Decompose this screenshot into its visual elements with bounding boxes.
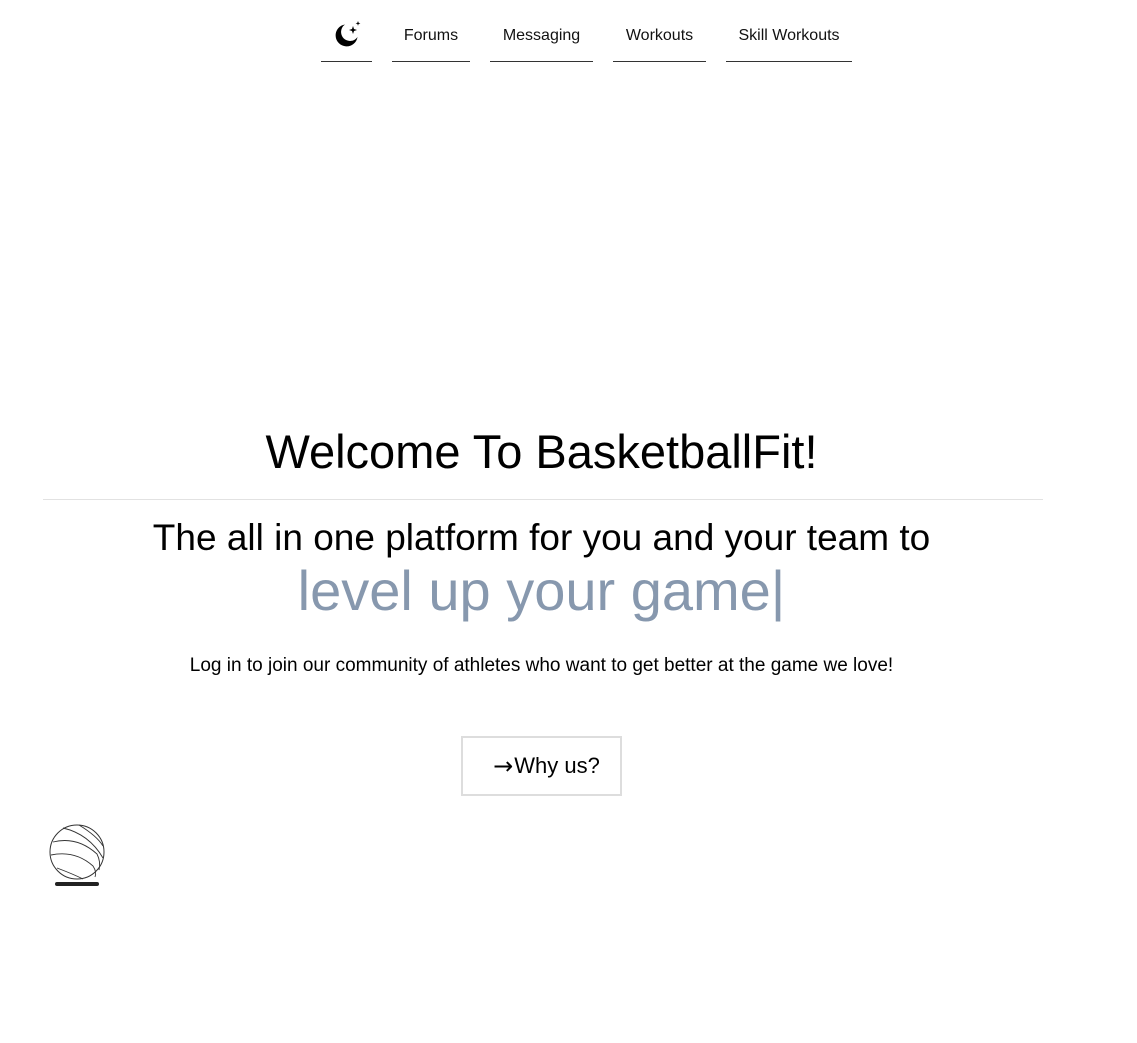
divider <box>43 499 1043 500</box>
top-nav: Forums Messaging Workouts Skill Workouts <box>0 0 1137 64</box>
typewriter-cursor: | <box>770 559 786 622</box>
nav-link-messaging[interactable]: Messaging <box>490 10 593 62</box>
moon-stars-icon <box>332 20 362 50</box>
nav-link-skill-workouts[interactable]: Skill Workouts <box>726 10 852 62</box>
nav-link-label: Skill Workouts <box>738 26 840 44</box>
intro-text: Log in to join our community of athletes… <box>189 655 894 676</box>
arrow-right-icon: → <box>493 752 514 780</box>
nav-link-label: Messaging <box>502 26 581 44</box>
page-title: Welcome To BasketballFit! <box>265 425 818 478</box>
typewriter-text: level up your game <box>297 559 771 622</box>
nav-link-label: Forums <box>403 26 459 44</box>
basketball-icon <box>49 822 107 888</box>
theme-toggle-button[interactable] <box>321 10 372 62</box>
typewriter-line: level up your game| <box>0 556 1083 626</box>
nav-link-label: Workouts <box>625 26 694 44</box>
why-us-button[interactable]: → Why us? <box>461 736 622 796</box>
page: Forums Messaging Workouts Skill Workouts… <box>0 0 1137 1043</box>
nav-link-forums[interactable]: Forums <box>392 10 470 62</box>
nav-link-workouts[interactable]: Workouts <box>613 10 706 62</box>
why-us-label: Why us? <box>514 753 600 778</box>
